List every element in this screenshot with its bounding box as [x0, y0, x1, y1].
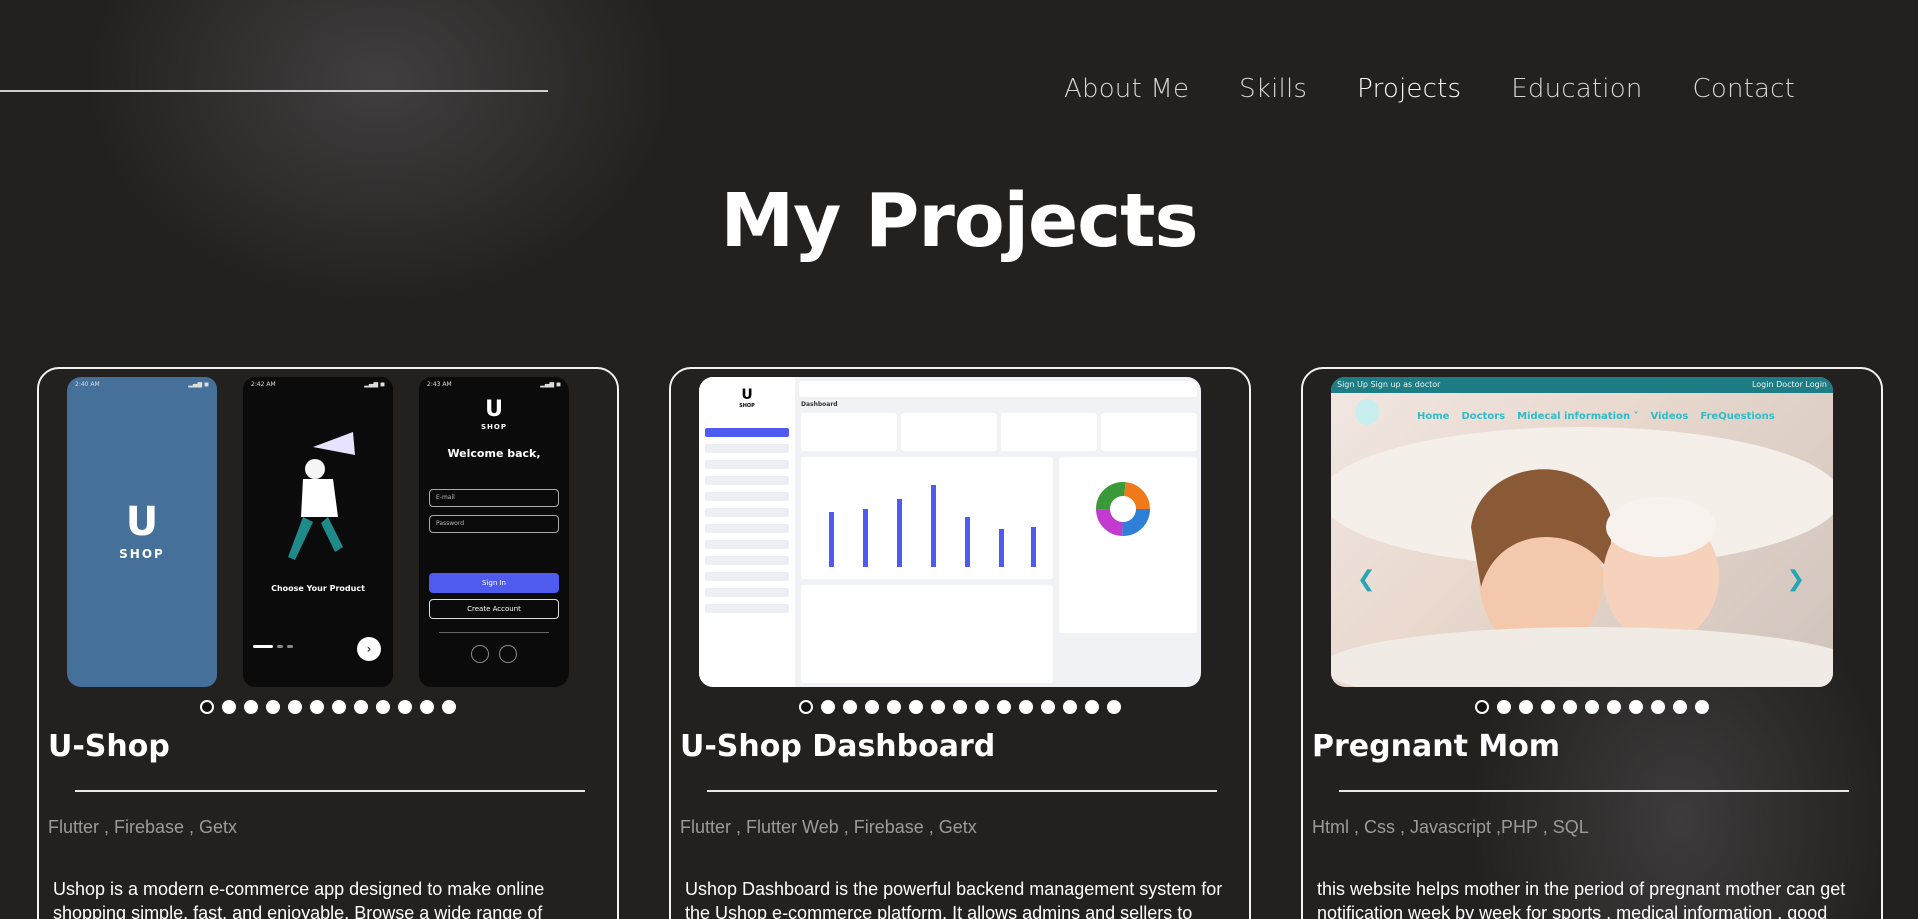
carousel-dot[interactable]: [1107, 700, 1121, 714]
next-arrow-icon: ›: [357, 637, 381, 661]
project-carousel-image[interactable]: U SHOP Dashboard: [699, 377, 1201, 687]
carousel-dot[interactable]: [975, 700, 989, 714]
carousel-dot[interactable]: [1497, 700, 1511, 714]
project-carousel-image[interactable]: Sign Up Sign up as doctor Login Doctor L…: [1331, 377, 1833, 687]
project-description: this website helps mother in the period …: [1317, 879, 1846, 919]
carousel-dot[interactable]: [1607, 700, 1621, 714]
carousel-dot[interactable]: [909, 700, 923, 714]
nav-about[interactable]: About Me: [1064, 74, 1189, 104]
carousel-dot[interactable]: [1019, 700, 1033, 714]
orders-table-preview: [801, 585, 1053, 683]
dashboard-sidebar-preview: U SHOP: [699, 377, 795, 687]
project-title: U-Shop: [48, 729, 170, 764]
carousel-prev-icon: ❮: [1357, 567, 1376, 592]
project-tech: Flutter , Firebase , Getx: [48, 817, 238, 837]
page-title: My Projects: [720, 178, 1198, 264]
carousel-dot[interactable]: [332, 700, 346, 714]
carousel-dot[interactable]: [354, 700, 368, 714]
carousel-dot[interactable]: [799, 700, 813, 714]
project-title: Pregnant Mom: [1312, 729, 1561, 764]
carousel-dots: [1303, 700, 1881, 714]
carousel-dot[interactable]: [1563, 700, 1577, 714]
email-field: E-mail: [429, 489, 559, 507]
project-title: U-Shop Dashboard: [680, 729, 996, 764]
logo-letter: U: [485, 397, 503, 422]
carousel-dot[interactable]: [288, 700, 302, 714]
project-description: Ushop is a modern e-commerce app designe…: [53, 879, 545, 919]
carousel-dot[interactable]: [1041, 700, 1055, 714]
carousel-dots: [39, 700, 617, 714]
project-card-pregnant-mom: Sign Up Sign up as doctor Login Doctor L…: [1301, 367, 1883, 919]
portfolio-page: About Me Skills Projects Education Conta…: [0, 0, 1918, 919]
logo-text: SHOP: [481, 423, 507, 431]
create-account-button: Create Account: [429, 599, 559, 619]
dashboard-heading: Dashboard: [801, 401, 838, 408]
logo-letter: U: [741, 387, 753, 403]
facebook-icon: [499, 645, 517, 663]
mother-baby-photo: [1331, 427, 1833, 687]
sign-in-button: Sign In: [429, 573, 559, 593]
carousel-dot[interactable]: [244, 700, 258, 714]
carousel-dot[interactable]: [1585, 700, 1599, 714]
carousel-dots: [671, 700, 1249, 714]
header-divider: [0, 90, 548, 92]
carousel-dot[interactable]: [865, 700, 879, 714]
carousel-dot[interactable]: [1063, 700, 1077, 714]
project-tech: Html , Css , Javascript ,PHP , SQL: [1312, 817, 1589, 837]
carousel-dot[interactable]: [1673, 700, 1687, 714]
project-card-ushop-dashboard: U SHOP Dashboard U-Shop Dashboard Flutte…: [669, 367, 1251, 919]
project-description: Ushop Dashboard is the powerful backend …: [685, 879, 1223, 919]
carousel-dot[interactable]: [821, 700, 835, 714]
carousel-dot[interactable]: [420, 700, 434, 714]
title-divider: [1339, 790, 1849, 792]
login-screen-preview: 2:43 AM ▂▄▆ ◼ U SHOP Welcome back, E-mail…: [419, 377, 569, 687]
onboarding-title: Choose Your Product: [271, 584, 365, 593]
carousel-next-icon: ❯: [1786, 567, 1805, 592]
carousel-dot[interactable]: [1519, 700, 1533, 714]
main-nav: About Me Skills Projects Education Conta…: [1064, 74, 1795, 104]
carousel-dot[interactable]: [1541, 700, 1555, 714]
onboarding-screen-preview: 2:42 AM ▂▄▆ ◼ Choose Your Product ›: [243, 377, 393, 687]
carousel-dot[interactable]: [310, 700, 324, 714]
carousel-dot[interactable]: [398, 700, 412, 714]
password-field: Password: [429, 515, 559, 533]
nav-skills[interactable]: Skills: [1239, 74, 1307, 104]
carousel-dot[interactable]: [931, 700, 945, 714]
explorer-illustration-icon: [288, 432, 355, 560]
project-card-ushop: 2:40 AM ▂▄▆ ◼ U SHOP 2:42 AM ▂▄▆ ◼ Choose …: [37, 367, 619, 919]
carousel-dot[interactable]: [1651, 700, 1665, 714]
splash-screen-preview: 2:40 AM ▂▄▆ ◼ U SHOP: [67, 377, 217, 687]
logo-text: SHOP: [119, 547, 165, 561]
carousel-dot[interactable]: [997, 700, 1011, 714]
carousel-dot[interactable]: [1475, 700, 1489, 714]
carousel-dot[interactable]: [1629, 700, 1643, 714]
carousel-dot[interactable]: [843, 700, 857, 714]
sales-chart-preview: [801, 457, 1053, 579]
carousel-dot[interactable]: [1695, 700, 1709, 714]
carousel-dot[interactable]: [1085, 700, 1099, 714]
project-carousel-image[interactable]: 2:40 AM ▂▄▆ ◼ U SHOP 2:42 AM ▂▄▆ ◼ Choose …: [67, 377, 569, 687]
nav-education[interactable]: Education: [1511, 74, 1642, 104]
carousel-dot[interactable]: [200, 700, 214, 714]
google-icon: [471, 645, 489, 663]
carousel-dot[interactable]: [442, 700, 456, 714]
welcome-title: Welcome back,: [447, 447, 541, 460]
carousel-dot[interactable]: [376, 700, 390, 714]
project-tech: Flutter , Flutter Web , Firebase , Getx: [680, 817, 977, 837]
carousel-dot[interactable]: [222, 700, 236, 714]
nav-contact[interactable]: Contact: [1693, 74, 1796, 104]
carousel-dot[interactable]: [266, 700, 280, 714]
donut-chart-icon: [1096, 482, 1150, 536]
bar-chart-icon: [829, 485, 1036, 567]
title-divider: [75, 790, 585, 792]
order-status-preview: [1059, 457, 1197, 633]
logo-letter: U: [125, 499, 159, 545]
carousel-dot[interactable]: [887, 700, 901, 714]
carousel-dot[interactable]: [953, 700, 967, 714]
nav-projects[interactable]: Projects: [1357, 74, 1461, 104]
title-divider: [707, 790, 1217, 792]
